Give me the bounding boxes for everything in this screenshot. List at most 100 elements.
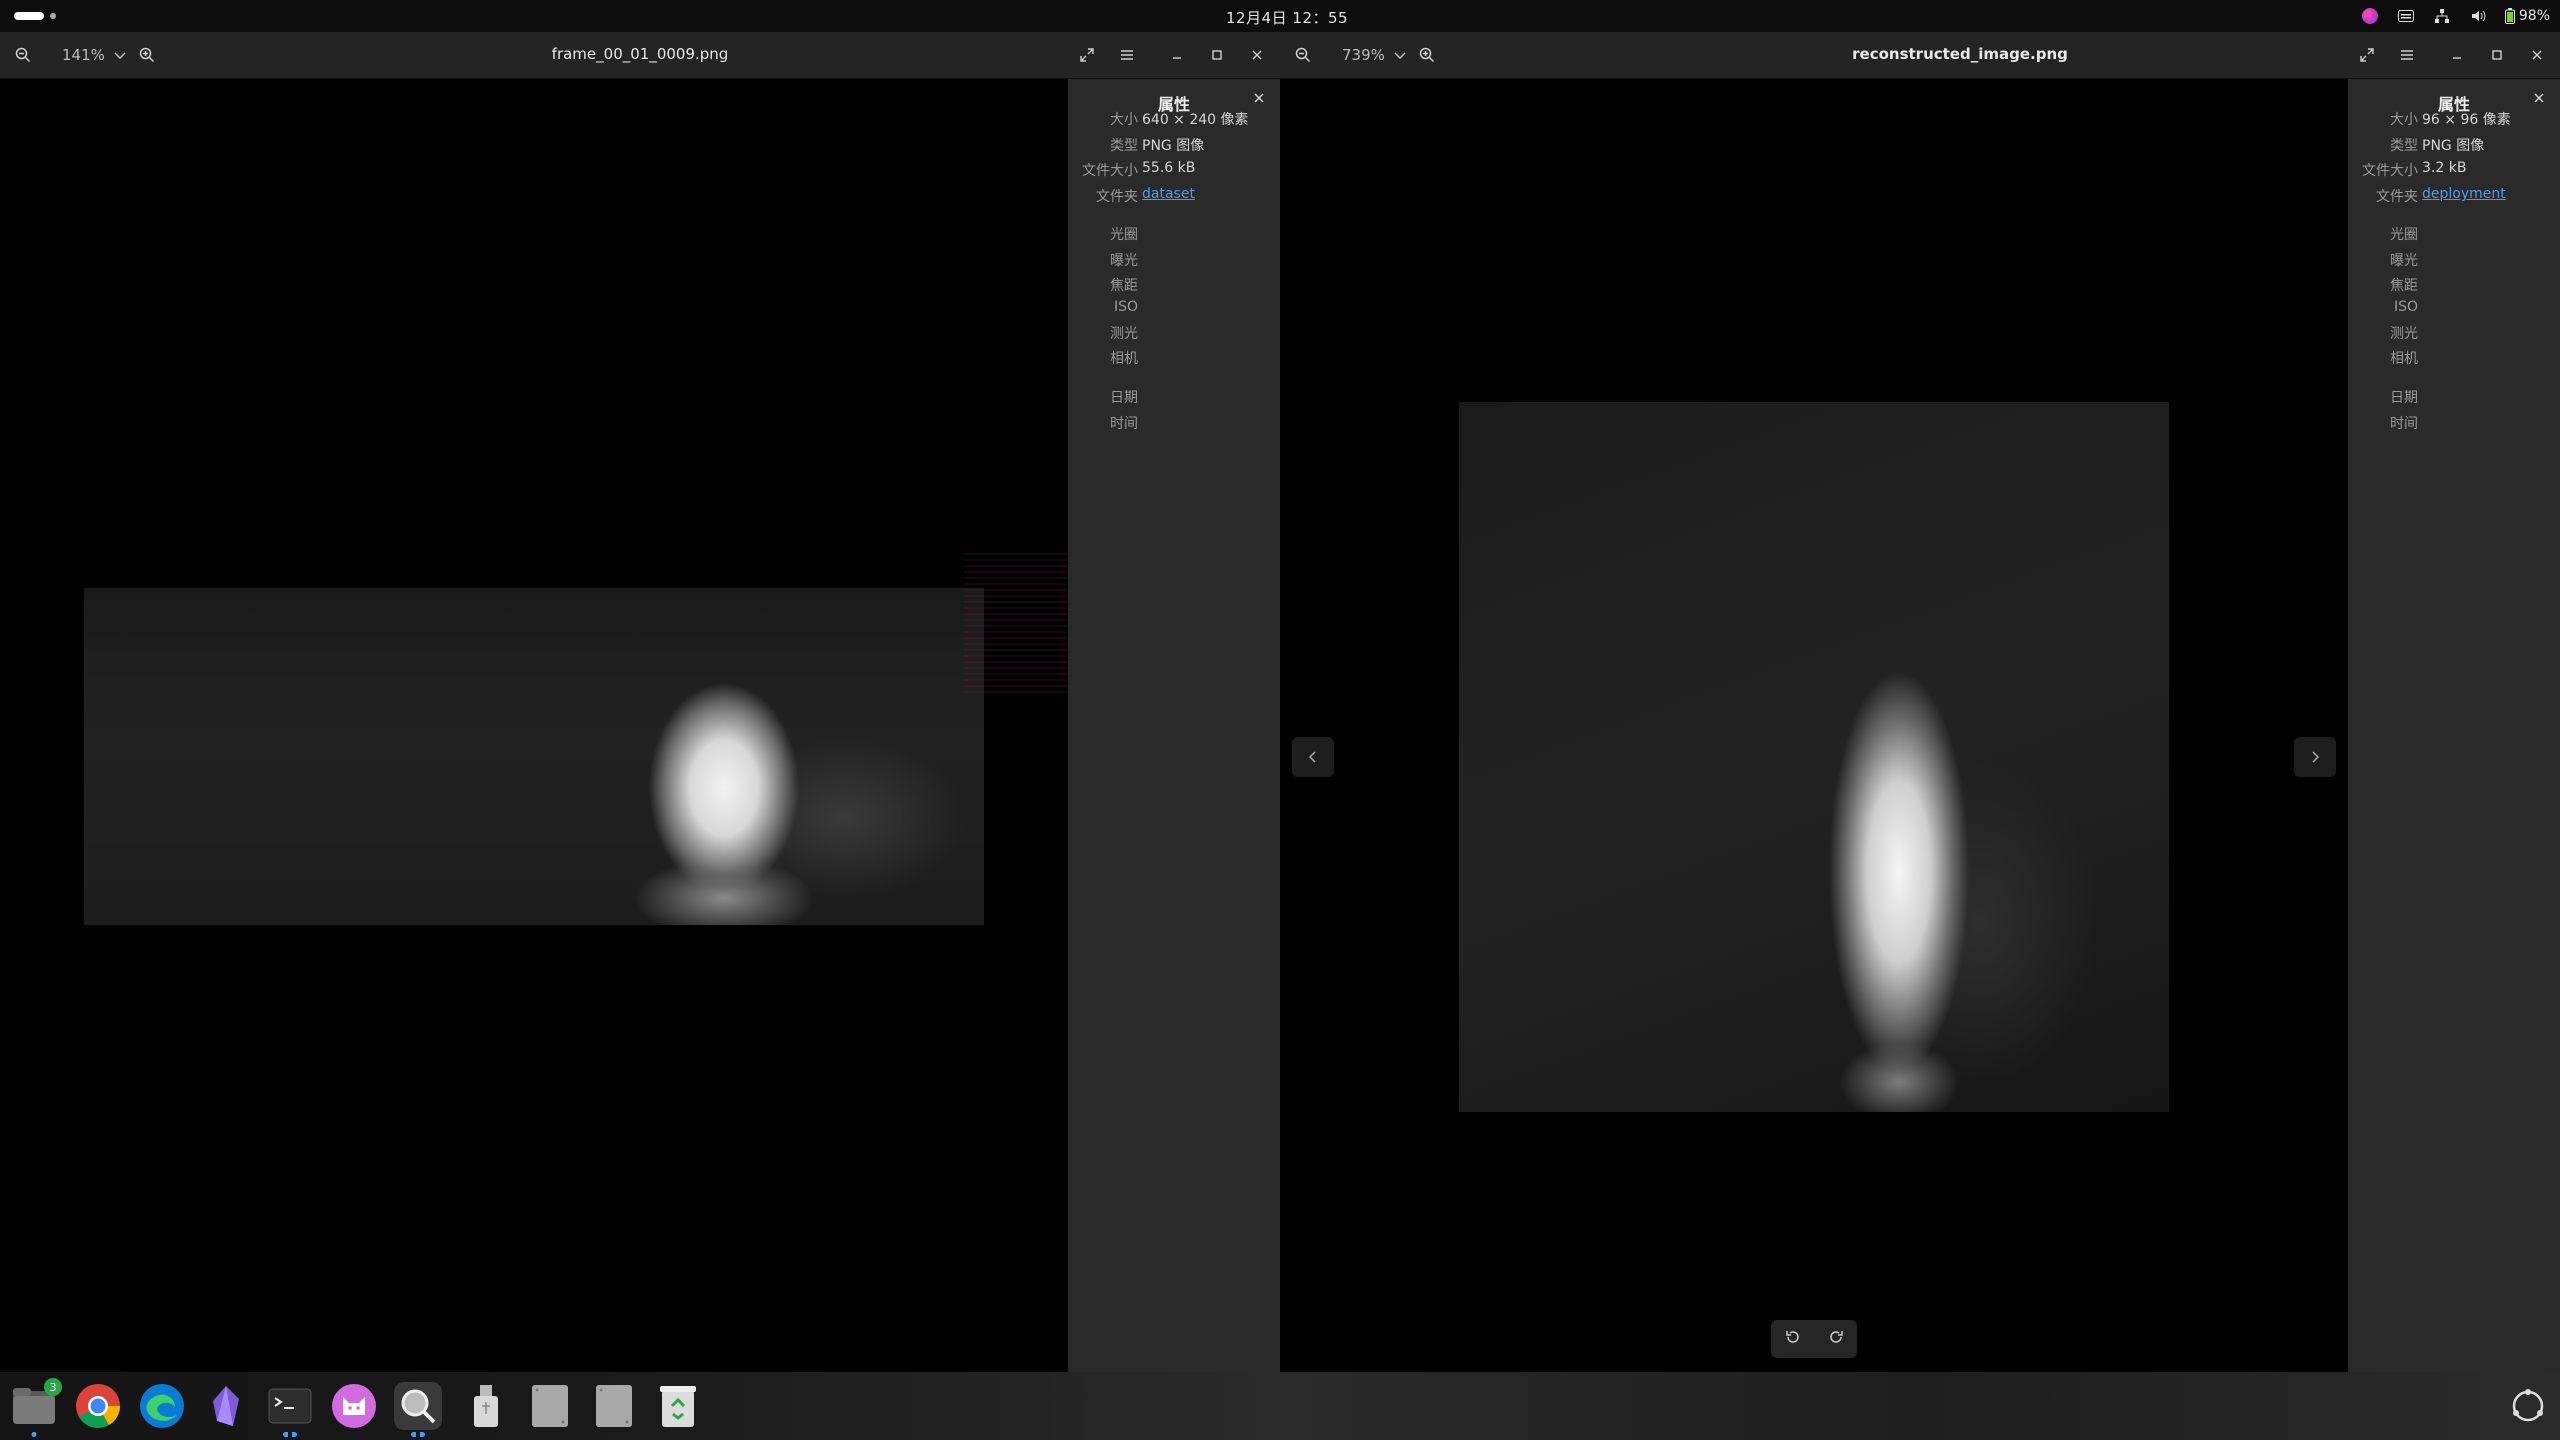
dock-files[interactable]: 3 [10,1378,62,1437]
network-icon[interactable] [2433,7,2451,25]
image-viewer-window-left[interactable]: 141% frame_00_01_0009.png 属性 大小 640 × 24… [0,32,1280,1372]
rotate-right-icon [1829,1331,1843,1343]
ssd-drive-icon [532,1385,568,1427]
displayed-image[interactable] [84,588,984,925]
zoom-in-button[interactable] [132,40,162,70]
minimize-button[interactable] [1162,40,1192,70]
maximize-button[interactable] [1202,40,1232,70]
headerbar: 739% reconstructed_image.png [1280,32,2560,79]
fullscreen-icon [1080,48,1094,62]
prop-type: 类型 PNG 图像 [1110,138,1205,154]
activities-button[interactable] [14,12,44,20]
folder-link[interactable]: deployment [2422,186,2506,202]
zoom-level-dropdown[interactable]: 141% [62,41,127,69]
next-image-button[interactable] [2294,737,2336,777]
close-icon [1254,93,1264,103]
rotate-left-button[interactable] [1785,1329,1801,1349]
chrome-icon [76,1384,120,1428]
properties-close-button[interactable] [2534,91,2544,107]
prop-iso: ISO [1113,299,1138,315]
volume-icon[interactable] [2469,7,2487,25]
dock-trash[interactable] [654,1382,702,1430]
dock-chrome[interactable] [74,1382,122,1430]
battery-icon [2504,8,2515,24]
clock[interactable]: 12月4日 12：55 [1226,7,1348,28]
dock-usb-drive[interactable] [462,1382,510,1430]
prop-camera: 相机 [1110,351,1138,367]
prop-exposure: 曝光 [1110,253,1138,269]
edge-icon [140,1384,184,1428]
dock: 3 [0,1372,2560,1440]
close-icon [1252,50,1262,60]
show-apps-button[interactable] [2510,1388,2546,1424]
prop-metering: 测光 [1110,326,1138,342]
running-indicator [283,1432,297,1437]
displayed-image[interactable] [1459,402,2169,1112]
dock-edge[interactable] [138,1382,186,1430]
dock-ssd-drive-2[interactable] [590,1382,638,1430]
image-viewer-window-right[interactable]: 739% reconstructed_image.png 属性 大小 96 × … [1280,32,2560,1372]
system-tray[interactable]: 98% [2361,5,2550,27]
keyboard-icon[interactable] [2397,7,2415,25]
window-title: reconstructed_image.png [1852,45,2068,63]
hamburger-icon [1121,50,1133,60]
usb-drive-icon [474,1385,498,1427]
properties-close-button[interactable] [1254,91,1264,107]
window-title: frame_00_01_0009.png [551,45,729,63]
headerbar: 141% frame_00_01_0009.png [0,32,1280,79]
rotate-left-icon [1785,1331,1799,1343]
folder-link[interactable]: dataset [1142,186,1195,202]
minimize-button[interactable] [2442,40,2472,70]
menu-button[interactable] [2392,40,2422,70]
properties-panel: 属性 大小 640 × 240 像素 类型 PNG 图像 文件大小 55.6 kB 文… [1068,79,1280,1372]
dock-obsidian[interactable] [202,1382,250,1430]
battery-percent: 98% [2518,8,2550,24]
zoom-out-button[interactable] [1288,40,1318,70]
dock-ssd-drive-1[interactable] [526,1382,574,1430]
prop-folder: 文件夹 deployment [2376,186,2506,205]
image-viewer-icon [401,1389,436,1424]
fullscreen-button[interactable] [2352,40,2382,70]
zoom-level: 141% [62,46,105,64]
zoom-in-icon [1419,47,1435,63]
prop-size: 大小 640 × 240 像素 [1110,112,1249,128]
properties-panel: 属性 大小 96 × 96 像素 类型 PNG 图像 文件大小 3.2 kB 文件夹 d… [2348,79,2560,1372]
previous-image-button[interactable] [1292,737,1334,777]
ssd-drive-icon [596,1385,632,1427]
image-canvas[interactable] [0,79,1120,1372]
hamburger-icon [2401,50,2413,60]
prop-date: 日期 [2390,390,2418,406]
maximize-icon [1212,50,1222,60]
zoom-in-button[interactable] [1412,40,1442,70]
battery-indicator[interactable]: 98% [2504,8,2550,24]
menu-button[interactable] [1112,40,1142,70]
app-indicator-icon[interactable] [2361,7,2379,25]
zoom-out-button[interactable] [8,40,38,70]
chevron-left-icon [1308,751,1316,763]
prop-focal: 焦距 [1110,278,1138,294]
rotate-right-button[interactable] [1828,1329,1844,1349]
maximize-button[interactable] [2482,40,2512,70]
chevron-down-icon [1394,52,1406,60]
close-button[interactable] [1242,40,1272,70]
fullscreen-button[interactable] [1072,40,1102,70]
minimize-icon [2453,57,2461,59]
rotate-controls [1771,1320,1857,1358]
prop-focal: 焦距 [2390,278,2418,294]
obsidian-icon [213,1386,239,1426]
cat-app-icon [332,1384,376,1428]
image-canvas[interactable] [1280,79,2348,1372]
prop-type: 类型 PNG 图像 [2390,138,2485,154]
prop-filesize: 文件大小 55.6 kB [1082,160,1196,179]
zoom-level: 739% [1342,46,1385,64]
prop-size: 大小 96 × 96 像素 [2390,112,2511,128]
close-button[interactable] [2522,40,2552,70]
close-icon [2532,50,2542,60]
dock-terminal[interactable] [266,1382,314,1437]
prop-exposure: 曝光 [2390,253,2418,269]
dock-image-viewer[interactable] [394,1382,442,1437]
prop-iso: ISO [2393,299,2418,315]
workspace-indicator[interactable] [50,13,56,19]
zoom-level-dropdown[interactable]: 739% [1342,41,1407,69]
dock-cat-app[interactable] [330,1382,378,1430]
